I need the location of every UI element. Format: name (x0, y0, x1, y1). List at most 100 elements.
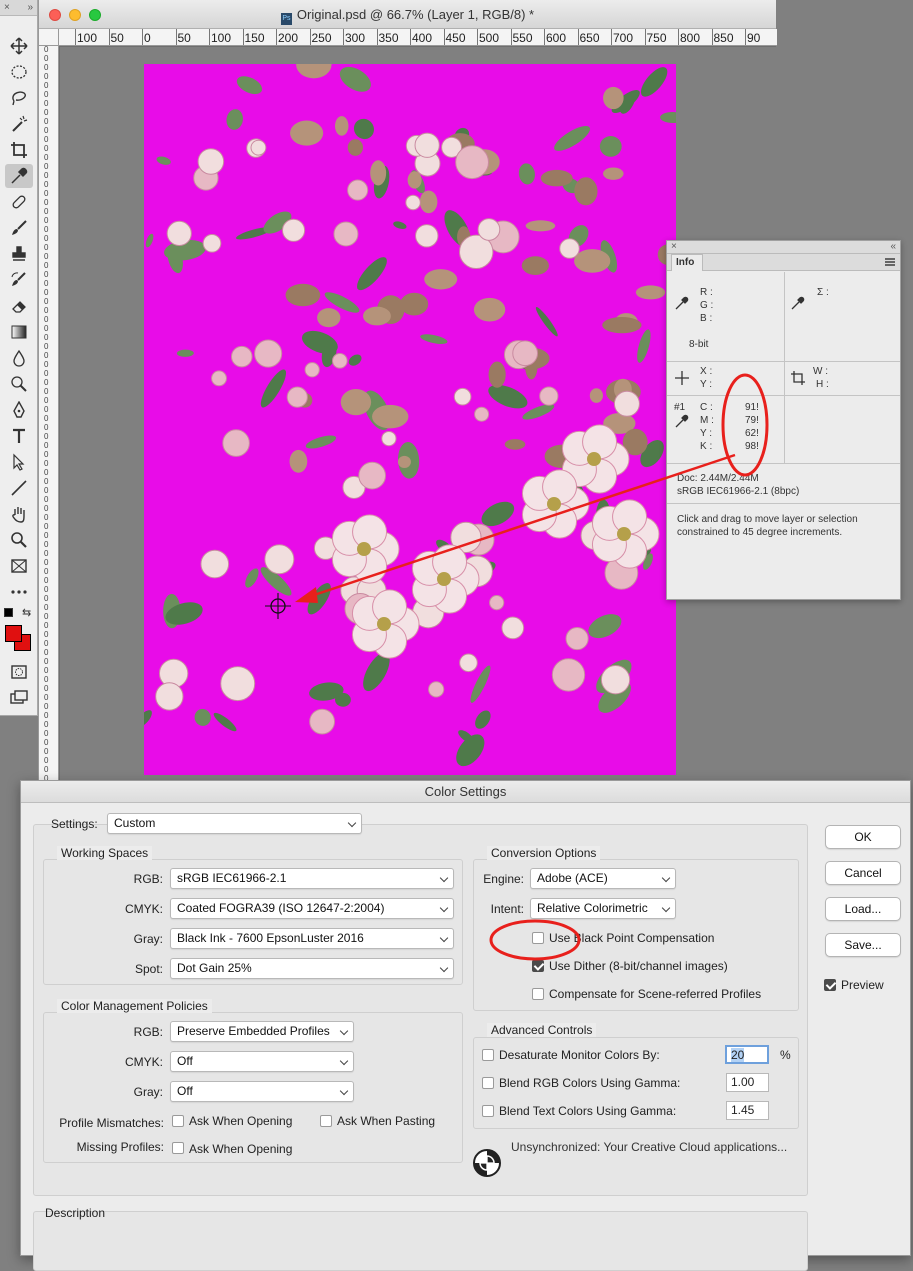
ruler-origin[interactable] (39, 29, 59, 46)
bpc-checkbox[interactable] (532, 932, 544, 944)
save-button[interactable]: Save... (825, 933, 901, 957)
panel-menu-icon[interactable] (885, 258, 895, 266)
info-h-label: H : (816, 379, 829, 390)
swap-colors-icon[interactable]: ⇆ (22, 606, 31, 619)
collapse-icon[interactable]: « (890, 241, 896, 253)
marquee-tool[interactable] (5, 60, 33, 84)
close-icon[interactable]: × (671, 241, 677, 253)
flower-photo (144, 64, 676, 767)
pol-gray-select[interactable]: Off (170, 1081, 354, 1102)
preview-checkbox[interactable] (824, 979, 836, 991)
ws-spot-value: Dot Gain 25% (177, 961, 252, 975)
magic-wand-tool[interactable] (5, 112, 33, 136)
ok-button[interactable]: OK (825, 825, 901, 849)
chevron-down-icon (439, 963, 449, 973)
tab-info[interactable]: Info (671, 254, 703, 271)
bpc-label: Use Black Point Compensation (549, 931, 715, 945)
mismatch-open-checkbox[interactable] (172, 1115, 184, 1127)
info-c-label: C : (700, 402, 713, 413)
brush-tool[interactable] (5, 216, 33, 240)
gradient-tool[interactable] (5, 320, 33, 344)
info-panel-tabs: Info (667, 254, 900, 271)
missing-label: Missing Profiles: (76, 1140, 164, 1154)
chevron-down-icon (439, 933, 449, 943)
ws-cmyk-value: Coated FOGRA39 (ISO 12647-2:2004) (177, 901, 385, 915)
blend-rgb-checkbox[interactable] (482, 1077, 494, 1089)
ws-spot-select[interactable]: Dot Gain 25% (170, 958, 454, 979)
info-sigma-label: Σ : (817, 287, 829, 298)
gradient-icon (11, 325, 27, 339)
ws-cmyk-select[interactable]: Coated FOGRA39 (ISO 12647-2:2004) (170, 898, 454, 919)
path-selection-tool[interactable] (5, 450, 33, 474)
desaturate-checkbox[interactable] (482, 1049, 494, 1061)
ruler-label: 50 (110, 31, 124, 45)
screen-mode-icon (10, 690, 28, 704)
blend-text-checkbox[interactable] (482, 1105, 494, 1117)
foreground-color-swatch[interactable] (5, 625, 22, 642)
blend-rgb-label: Blend RGB Colors Using Gamma: (499, 1076, 681, 1090)
vertical-ruler[interactable]: 0000000000000000000000000000000000000000… (39, 46, 59, 780)
line-tool[interactable] (5, 476, 33, 500)
pol-gray-label: Gray: (133, 1085, 163, 1099)
lasso-tool[interactable] (5, 86, 33, 110)
missing-open-checkbox[interactable] (172, 1142, 184, 1154)
document-titlebar: Ps Original.psd @ 66.7% (Layer 1, RGB/8) … (39, 0, 776, 29)
ws-rgb-select[interactable]: sRGB IEC61966-2.1 (170, 868, 454, 889)
history-brush-tool[interactable] (5, 268, 33, 292)
image-canvas[interactable] (144, 64, 676, 775)
preview-label: Preview (841, 978, 884, 992)
close-icon[interactable]: × (4, 0, 10, 15)
pen-tool[interactable] (5, 398, 33, 422)
pol-cmyk-select[interactable]: Off (170, 1051, 354, 1072)
ruler-label: 800 (680, 31, 701, 45)
ws-rgb-value: sRGB IEC61966-2.1 (177, 871, 287, 885)
scene-label: Compensate for Scene-referred Profiles (549, 987, 762, 1001)
engine-value: Adobe (ACE) (537, 871, 608, 885)
healing-brush-tool[interactable] (5, 190, 33, 214)
dodge-tool[interactable] (5, 372, 33, 396)
frame-tool[interactable] (5, 554, 33, 578)
blend-text-input[interactable]: 1.45 (726, 1101, 769, 1120)
eraser-tool[interactable] (5, 294, 33, 318)
chevron-down-icon (661, 903, 671, 913)
info-sample-row: #1 C : M : Y : K : 91! 79! 62! 98! (667, 396, 900, 464)
dither-checkbox[interactable] (532, 960, 544, 972)
zoom-tool[interactable] (5, 528, 33, 552)
ws-gray-select[interactable]: Black Ink - 7600 EpsonLuster 2016 (170, 928, 454, 949)
stamp-tool[interactable] (5, 242, 33, 266)
blend-rgb-input[interactable]: 1.00 (726, 1073, 769, 1092)
horizontal-ruler[interactable]: 100 50 0 50 100 150 200 250 300 350 400 450 500 550 60… (59, 29, 777, 46)
ruler-label: 100 (211, 31, 232, 45)
eyedropper-tool[interactable] (5, 164, 33, 188)
drop-icon (13, 349, 25, 367)
settings-select[interactable]: Custom (107, 813, 362, 834)
info-hint-text: Click and drag to move layer or selectio… (677, 514, 858, 538)
mismatch-paste-checkbox[interactable] (320, 1115, 332, 1127)
quick-mask-tool[interactable] (5, 660, 33, 684)
blur-tool[interactable] (5, 346, 33, 370)
engine-select[interactable]: Adobe (ACE) (530, 868, 676, 889)
screen-mode-tool[interactable] (5, 686, 33, 710)
pol-rgb-select[interactable]: Preserve Embedded Profiles (170, 1021, 354, 1042)
hand-tool[interactable] (5, 502, 33, 526)
collapse-icon[interactable]: » (27, 0, 33, 15)
photoshop-file-icon: Ps (280, 13, 292, 25)
dialog-title: Color Settings (21, 781, 910, 803)
more-tools[interactable] (5, 580, 33, 604)
info-m-label: M : (700, 415, 714, 426)
info-rgb-row: R : G : B : 8-bit Σ : (667, 272, 900, 362)
ruler-label: 90 (747, 31, 761, 45)
cancel-button[interactable]: Cancel (825, 861, 901, 885)
move-tool[interactable] (5, 34, 33, 58)
intent-select[interactable]: Relative Colorimetric (530, 898, 676, 919)
ellipsis-icon (11, 590, 27, 594)
chevron-down-icon (439, 873, 449, 883)
crop-tool[interactable] (5, 138, 33, 162)
desaturate-input[interactable]: 20 (725, 1045, 769, 1064)
type-tool[interactable] (5, 424, 33, 448)
default-colors-icon[interactable] (4, 608, 13, 617)
info-c-value: 91! (745, 402, 759, 413)
scene-checkbox[interactable] (532, 988, 544, 1000)
load-button[interactable]: Load... (825, 897, 901, 921)
arrow-pointer-icon (13, 453, 25, 471)
